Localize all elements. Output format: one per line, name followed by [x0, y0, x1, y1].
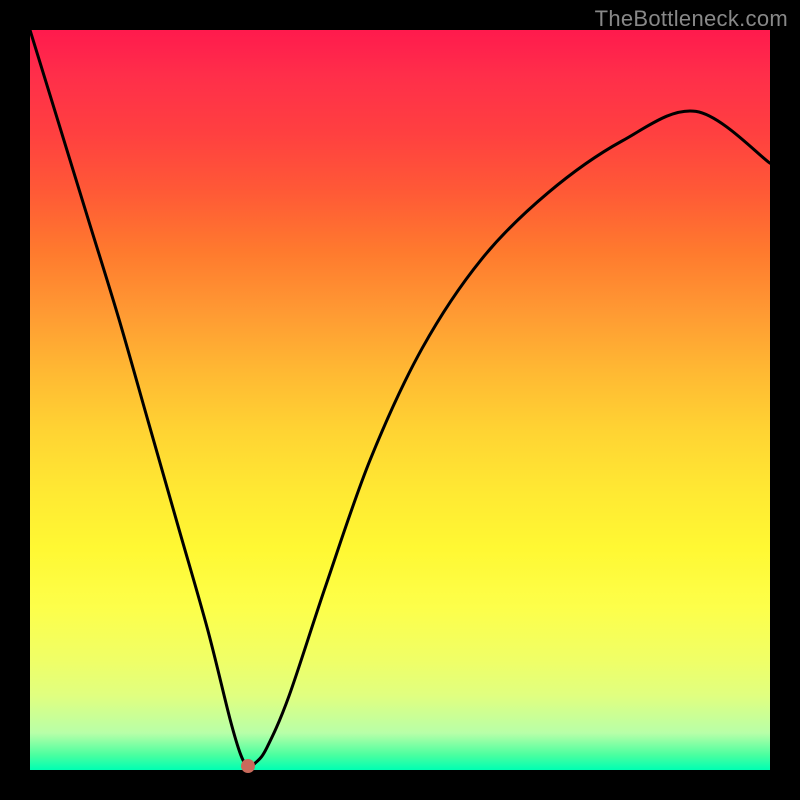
plot-area [30, 30, 770, 770]
chart-container: TheBottleneck.com [0, 0, 800, 800]
minimum-marker [241, 759, 255, 773]
curve-svg [30, 30, 770, 770]
bottleneck-curve [30, 30, 770, 767]
watermark-text: TheBottleneck.com [595, 6, 788, 32]
